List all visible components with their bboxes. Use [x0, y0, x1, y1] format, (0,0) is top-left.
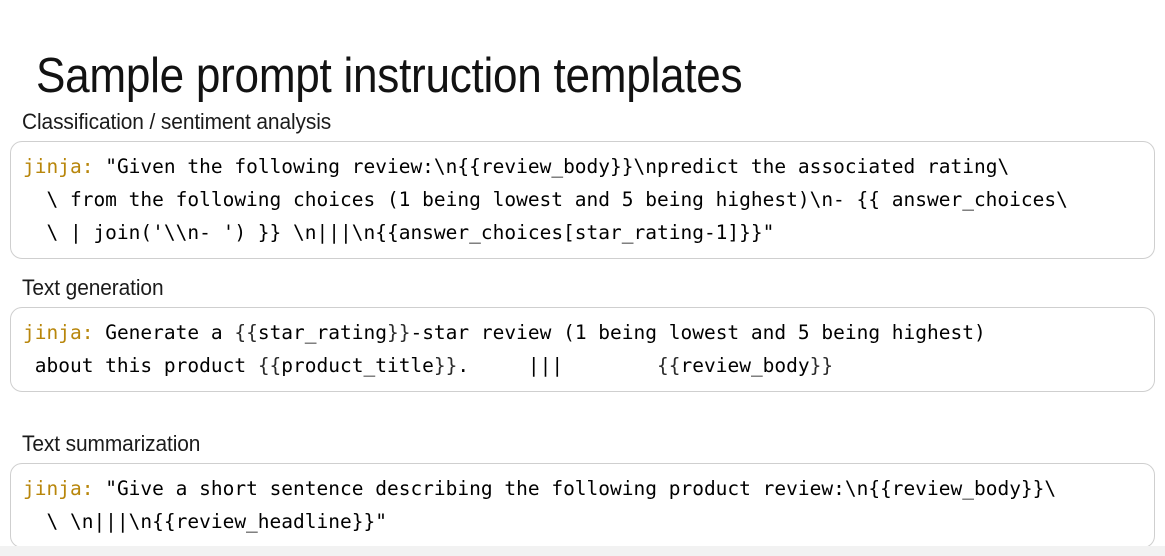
section-label: Text summarization: [22, 431, 201, 456]
template-section: Classification / sentiment analysis jinja…: [0, 108, 1165, 259]
code-token-string: ": [375, 510, 387, 533]
code-token-plain: {{: [257, 354, 282, 377]
code-line: \ | join('\\n- ') }} \n|||\n{{answer_cho…: [23, 216, 1142, 249]
code-token-key: jinja:: [23, 321, 94, 344]
code-token-plain: {{: [234, 321, 258, 344]
code-token-variable: {{answer_choices[star_rating-1]}}: [375, 221, 763, 244]
section-label: Classification / sentiment analysis: [22, 109, 332, 134]
page-title: Sample prompt instruction templates: [36, 48, 743, 103]
code-content: jinja: Generate a {{star_rating}}-star r…: [11, 308, 1154, 391]
code-token-string: .: [457, 354, 528, 377]
code-token-string: star_rating: [257, 321, 387, 344]
code-block[interactable]: jinja: "Given the following review:\n{{r…: [10, 141, 1155, 259]
code-token-variable: {{review_body}}: [868, 477, 1045, 500]
code-line: \ \n|||\n{{review_headline}}": [23, 505, 1142, 538]
code-token-variable: {{review_body}}: [457, 155, 634, 178]
code-token-string: product_title: [281, 354, 434, 377]
section-label: Text generation: [22, 275, 164, 300]
code-token-string: about this product: [23, 354, 258, 377]
code-token-string: \n|||\n: [281, 221, 376, 244]
code-token-variable: {{ answer_choices\: [856, 188, 1068, 211]
code-content: jinja: "Give a short sentence describing…: [11, 464, 1154, 547]
code-content: jinja: "Given the following review:\n{{r…: [11, 142, 1154, 258]
code-token-variable: {{review_headline}}: [152, 510, 376, 533]
code-token-variable: \ | join('\\n- ') }}: [46, 221, 282, 244]
template-section: Text summarization jinja: "Give a short s…: [0, 430, 1165, 548]
code-token-string: Generate a: [105, 321, 235, 344]
slide-page: Sample prompt instruction templates Clas…: [0, 0, 1165, 556]
code-token-string: |||: [527, 354, 564, 377]
code-block[interactable]: jinja: Generate a {{star_rating}}-star r…: [10, 307, 1155, 392]
code-token-plain: {{: [657, 354, 681, 377]
code-token-string: ": [762, 221, 775, 244]
code-line: jinja: "Give a short sentence describing…: [23, 472, 1142, 505]
code-token-string: -star review (1 being lowest and: [410, 321, 798, 344]
code-token-string: \ from the following choices (1 being lo…: [23, 188, 857, 211]
code-token-string: \ \n|||\n: [23, 510, 153, 533]
code-token-string: "Give a short sentence describing the fo…: [105, 477, 869, 500]
code-block[interactable]: jinja: "Give a short sentence describing…: [10, 463, 1155, 548]
code-token-plain: }}: [386, 321, 411, 344]
template-section: Text generation jinja: Generate a {{star_…: [0, 274, 1165, 392]
code-token-string: \npredict the associated rating\: [633, 155, 1010, 178]
code-token-number: 5: [797, 321, 810, 344]
code-token-key: jinja:: [23, 477, 94, 500]
code-token-string: "Given the following review:\n: [105, 155, 458, 178]
code-line: \ from the following choices (1 being lo…: [23, 183, 1142, 216]
code-token-string: being highest): [809, 321, 986, 344]
code-token-string: [563, 354, 657, 377]
code-token-string: [23, 221, 46, 244]
footer-strip: [0, 546, 1165, 556]
code-token-plain: }}: [809, 354, 834, 377]
code-line: jinja: Generate a {{star_rating}}-star r…: [23, 316, 1142, 349]
code-line: jinja: "Given the following review:\n{{r…: [23, 150, 1142, 183]
code-token-string: \: [1044, 477, 1057, 500]
code-token-plain: }}: [433, 354, 458, 377]
code-line: about this product {{product_title}}. ||…: [23, 349, 1142, 382]
code-token-key: jinja:: [23, 155, 94, 178]
code-token-string: review_body: [680, 354, 810, 377]
